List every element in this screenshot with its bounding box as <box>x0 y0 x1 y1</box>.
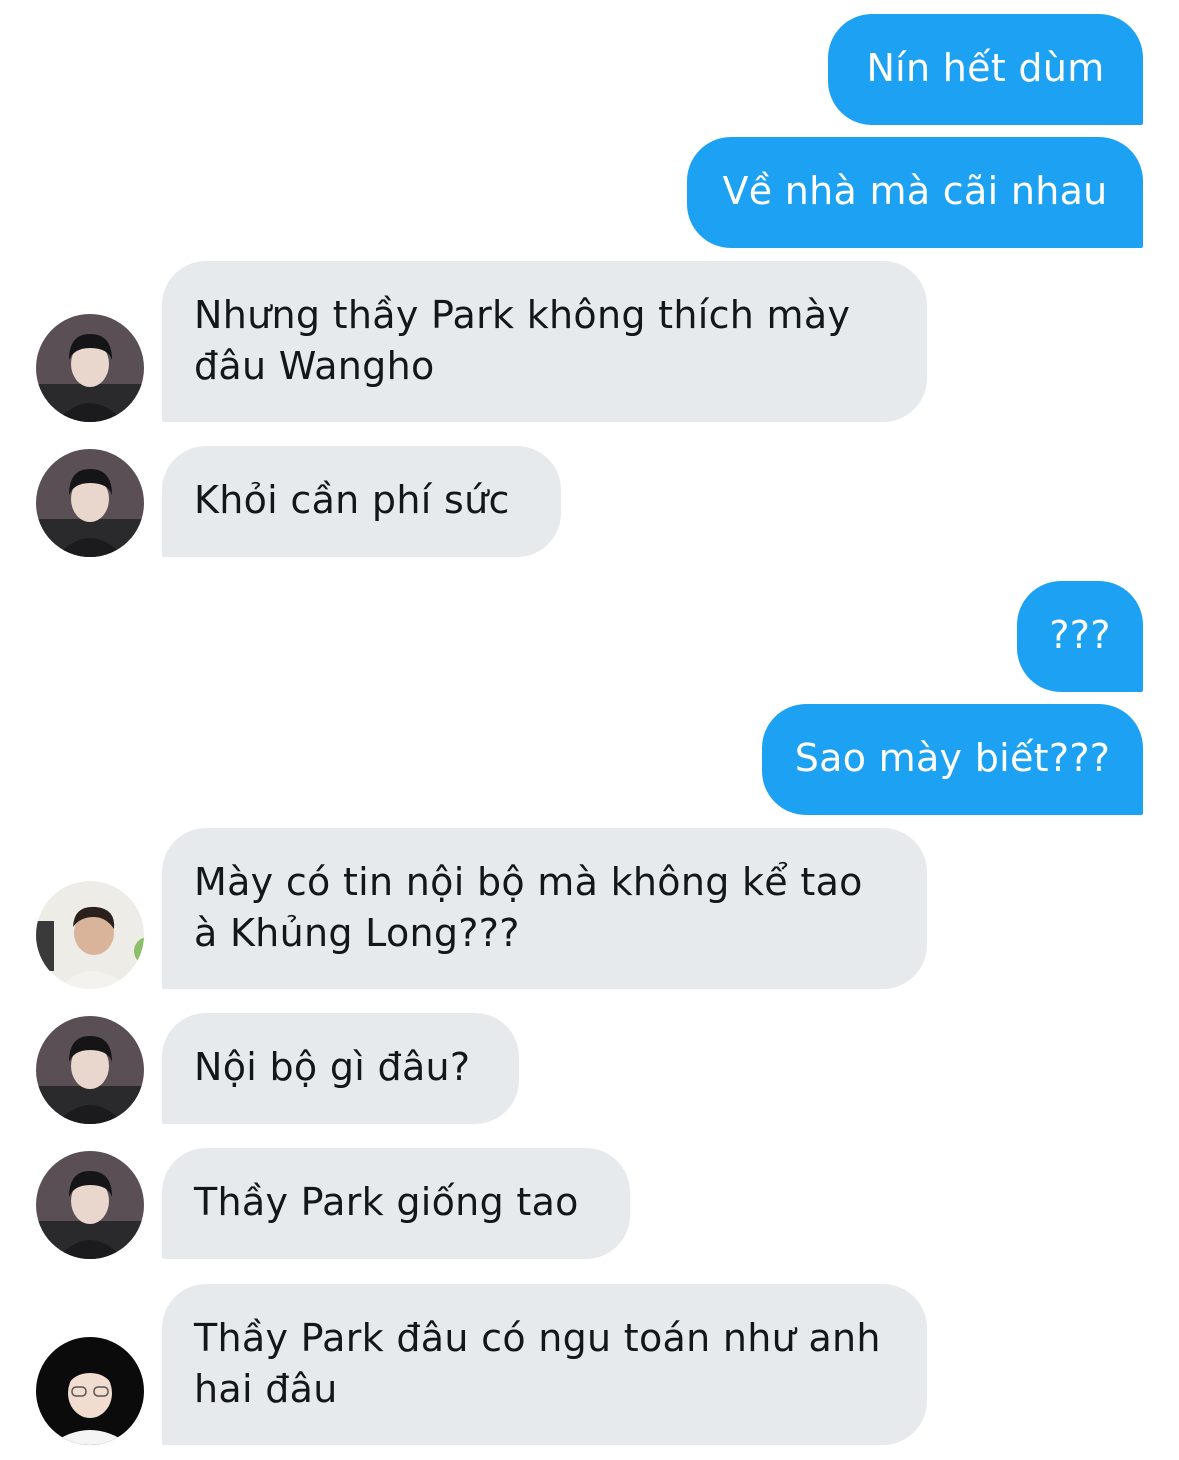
message-text-line: Mày có tin nội bộ mà không kể tao <box>194 860 863 904</box>
message-bubble-outgoing[interactable]: Nín hết dùm <box>828 14 1143 125</box>
message-text-line: hai đâu <box>194 1367 338 1411</box>
avatar-b-icon <box>36 881 144 989</box>
avatar[interactable] <box>36 1151 144 1259</box>
avatar-c-icon <box>36 1337 144 1445</box>
message-bubble-incoming[interactable]: Nhưng thầy Park không thích mày đâu Wang… <box>162 261 927 422</box>
avatar[interactable] <box>36 881 144 989</box>
message-text-line: Thầy Park đâu có ngu toán như anh <box>194 1316 881 1360</box>
avatar[interactable] <box>36 314 144 422</box>
message-bubble-incoming[interactable]: Thầy Park đâu có ngu toán như anh hai đâ… <box>162 1284 927 1445</box>
message-bubble-outgoing[interactable]: Sao mày biết??? <box>762 704 1143 815</box>
message-bubble-incoming[interactable]: Nội bộ gì đâu? <box>162 1013 519 1124</box>
message-text: ??? <box>1049 613 1111 657</box>
avatar[interactable] <box>36 1016 144 1124</box>
message-text: Khỏi cần phí sức <box>194 478 510 522</box>
message-text: Nội bộ gì đâu? <box>194 1045 471 1089</box>
message-text: Thầy Park giống tao <box>194 1180 579 1224</box>
avatar[interactable] <box>36 1337 144 1445</box>
message-bubble-incoming[interactable]: Khỏi cần phí sức <box>162 446 561 557</box>
avatar[interactable] <box>36 449 144 557</box>
avatar-a-icon <box>36 1151 144 1259</box>
avatar-a-icon <box>36 314 144 422</box>
message-text: Nín hết dùm <box>866 46 1105 90</box>
message-text: Về nhà mà cãi nhau <box>722 169 1108 213</box>
avatar-a-icon <box>36 449 144 557</box>
message-bubble-incoming[interactable]: Thầy Park giống tao <box>162 1148 630 1259</box>
avatar-a-icon <box>36 1016 144 1124</box>
message-bubble-incoming[interactable]: Mày có tin nội bộ mà không kể tao à Khủn… <box>162 828 927 989</box>
message-text-line: Nhưng thầy Park không thích mày <box>194 293 851 337</box>
message-text: Sao mày biết??? <box>794 736 1111 780</box>
message-text-line: đâu Wangho <box>194 344 435 388</box>
message-text-line: à Khủng Long??? <box>194 911 520 955</box>
message-bubble-outgoing[interactable]: Về nhà mà cãi nhau <box>687 137 1143 248</box>
message-bubble-outgoing[interactable]: ??? <box>1017 581 1143 692</box>
